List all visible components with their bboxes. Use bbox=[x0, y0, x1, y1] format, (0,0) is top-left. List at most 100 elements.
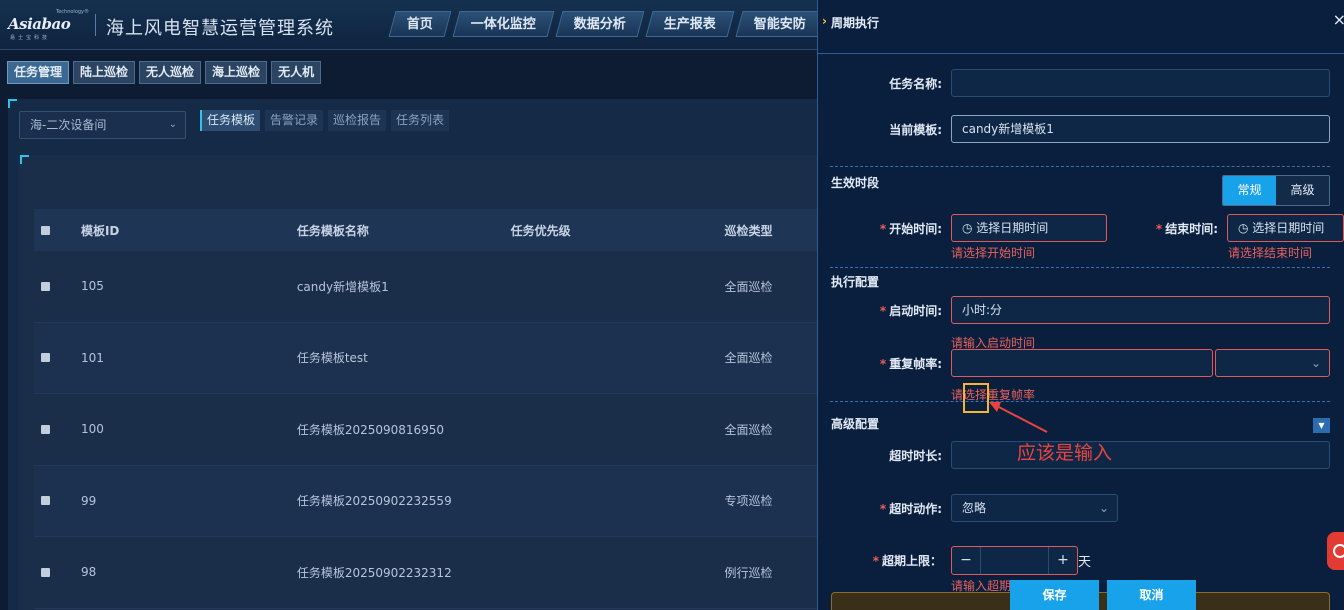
tab-task-list[interactable]: 任务列表 bbox=[391, 110, 450, 131]
row-checkbox[interactable] bbox=[41, 353, 50, 363]
cancel-button[interactable]: 取消 bbox=[1107, 580, 1196, 610]
save-button[interactable]: 保存 bbox=[1010, 580, 1099, 610]
title-marker-icon: › bbox=[822, 14, 827, 28]
cell-name: candy新增模板1 bbox=[296, 279, 389, 294]
cell-type: 全面巡检 bbox=[724, 351, 773, 366]
repeat-rate-input[interactable] bbox=[951, 349, 1213, 377]
row-checkbox[interactable] bbox=[41, 281, 50, 291]
launch-time-label: * 启动时间: bbox=[879, 304, 942, 318]
cell-id: 101 bbox=[80, 350, 104, 365]
start-time-placeholder: 选择日期时间 bbox=[976, 221, 1049, 235]
nav-data-analysis[interactable]: 数据分析 bbox=[555, 11, 645, 37]
tab-alarm-record[interactable]: 告警记录 bbox=[265, 110, 324, 131]
nav-integrated-monitoring[interactable]: 一体化监控 bbox=[452, 11, 555, 37]
timeout-action-select[interactable]: 忽略 ⌄ bbox=[951, 494, 1118, 522]
subnav-sea-inspection[interactable]: 海上巡检 bbox=[205, 61, 268, 84]
subnav-task-management[interactable]: 任务管理 bbox=[7, 61, 70, 84]
nav-home[interactable]: 首页 bbox=[388, 11, 452, 37]
cell-type: 全面巡检 bbox=[724, 279, 773, 294]
tab-inspection-report[interactable]: 巡检报告 bbox=[328, 110, 387, 131]
cell-id: 100 bbox=[80, 422, 104, 437]
mode-normal-button[interactable]: 常规 bbox=[1223, 176, 1276, 205]
row-checkbox[interactable] bbox=[41, 567, 50, 577]
timeout-action-value: 忽略 bbox=[962, 501, 987, 515]
column-header-id: 模板ID bbox=[80, 223, 120, 238]
column-header-type: 巡检类型 bbox=[724, 223, 773, 238]
plus-button[interactable]: + bbox=[1049, 547, 1077, 574]
cell-type: 全面巡检 bbox=[724, 422, 773, 437]
template-table: 模板ID 任务模板名称 任务优先级 巡检类型 105 candy新增模板1 全面… bbox=[34, 209, 824, 609]
sub-nav: 任务管理 陆上巡检 无人巡检 海上巡检 无人机 bbox=[7, 61, 325, 84]
advanced-config-heading: 高级配置 bbox=[831, 417, 880, 431]
start-time-picker[interactable]: ◷ 选择日期时间 bbox=[951, 214, 1107, 242]
system-title: 海上风电智慧运营管理系统 bbox=[106, 18, 334, 39]
template-label: 当前模板: bbox=[889, 123, 942, 137]
nav-production-report[interactable]: 生产报表 bbox=[645, 11, 735, 37]
end-time-picker[interactable]: ◷ 选择日期时间 bbox=[1227, 214, 1344, 242]
mode-toggle: 常规 高级 bbox=[1222, 175, 1330, 206]
row-checkbox[interactable] bbox=[41, 424, 50, 434]
table-row[interactable]: 100 任务模板2025090816950 全面巡检 bbox=[34, 394, 824, 466]
cell-name: 任务模板test bbox=[296, 351, 368, 366]
annotation-arrow bbox=[989, 402, 1048, 433]
clock-icon: ◷ bbox=[962, 221, 977, 235]
station-select[interactable]: 海-二次设备间 ⌄ bbox=[19, 111, 186, 139]
cell-id: 98 bbox=[80, 565, 97, 580]
subnav-drone[interactable]: 无人机 bbox=[271, 61, 322, 84]
nav-smart-security[interactable]: 智能安防 bbox=[735, 11, 825, 37]
mode-advanced-button[interactable]: 高级 bbox=[1276, 176, 1329, 205]
logo-divider bbox=[95, 14, 96, 36]
inner-corner-decoration bbox=[20, 155, 29, 164]
table-row[interactable]: 105 candy新增模板1 全面巡检 bbox=[34, 251, 824, 323]
annotation-text: 应该是输入 bbox=[1017, 442, 1113, 464]
overdue-limit-input[interactable] bbox=[980, 547, 1049, 574]
timeout-duration-input[interactable] bbox=[951, 441, 1330, 469]
tab-task-template[interactable]: 任务模板 bbox=[200, 110, 261, 131]
logo-text: Asiabao bbox=[8, 15, 71, 33]
select-all-checkbox[interactable] bbox=[41, 225, 50, 235]
cell-id: 105 bbox=[80, 279, 104, 294]
end-time-label: * 结束时间: bbox=[1155, 222, 1218, 236]
repeat-rate-label: * 重复帧率: bbox=[879, 357, 942, 371]
chevron-down-icon: ⌄ bbox=[1310, 356, 1321, 370]
collapse-toggle-icon[interactable]: ▼ bbox=[1313, 418, 1330, 433]
logo-subtitle: 易士宝科技 bbox=[10, 35, 51, 41]
cell-name: 任务模板20250902232312 bbox=[296, 565, 452, 580]
start-time-error: 请选择开始时间 bbox=[951, 246, 1036, 260]
clock-icon: ◷ bbox=[1238, 221, 1253, 235]
chevron-down-icon: ⌄ bbox=[168, 119, 177, 130]
launch-time-input[interactable]: 小时:分 bbox=[951, 296, 1330, 324]
cell-type: 例行巡检 bbox=[724, 565, 773, 580]
row-checkbox[interactable] bbox=[41, 496, 50, 506]
close-icon[interactable]: × bbox=[1333, 10, 1344, 29]
task-name-label: 任务名称: bbox=[889, 77, 942, 91]
drawer-header: › 周期执行 × bbox=[818, 0, 1344, 54]
table-row[interactable]: 98 任务模板20250902232312 例行巡检 bbox=[34, 537, 824, 609]
subnav-unmanned-inspection[interactable]: 无人巡检 bbox=[139, 61, 202, 84]
subnav-land-inspection[interactable]: 陆上巡检 bbox=[73, 61, 136, 84]
overdue-limit-stepper: − + bbox=[951, 546, 1078, 575]
cell-id: 99 bbox=[80, 493, 97, 508]
section-divider bbox=[830, 166, 1330, 167]
tab-bar: 任务模板 告警记录 巡检报告 任务列表 bbox=[200, 110, 454, 131]
end-time-error: 请选择结束时间 bbox=[1228, 246, 1313, 260]
company-logo: Technology® Asiabao 易士宝科技 bbox=[8, 9, 89, 41]
panel-corner-decoration bbox=[8, 99, 17, 108]
main-nav: 首页 一体化监控 数据分析 生产报表 智能安防 故 bbox=[388, 11, 880, 37]
repeat-unit-select[interactable]: ⌄ bbox=[1215, 349, 1330, 377]
table-header: 模板ID 任务模板名称 任务优先级 巡检类型 bbox=[34, 209, 824, 251]
overdue-unit: 天 bbox=[1078, 555, 1092, 570]
floating-help-icon[interactable] bbox=[1327, 532, 1344, 570]
overdue-limit-label: * 超期上限： bbox=[872, 554, 942, 568]
table-row[interactable]: 99 任务模板20250902232559 专项巡检 bbox=[34, 465, 824, 537]
chevron-down-icon: ⌄ bbox=[1098, 501, 1109, 515]
column-header-priority: 任务优先级 bbox=[510, 223, 571, 238]
timeout-duration-label: 超时时长: bbox=[889, 449, 942, 463]
table-row[interactable]: 101 任务模板test 全面巡检 bbox=[34, 322, 824, 394]
timeout-action-label: * 超时动作: bbox=[879, 502, 942, 516]
drawer-title: 周期执行 bbox=[831, 16, 880, 30]
template-field[interactable]: candy新增模板1 bbox=[951, 115, 1330, 143]
column-header-name: 任务模板名称 bbox=[296, 223, 369, 238]
minus-button[interactable]: − bbox=[952, 547, 980, 574]
task-name-input[interactable] bbox=[951, 69, 1330, 97]
